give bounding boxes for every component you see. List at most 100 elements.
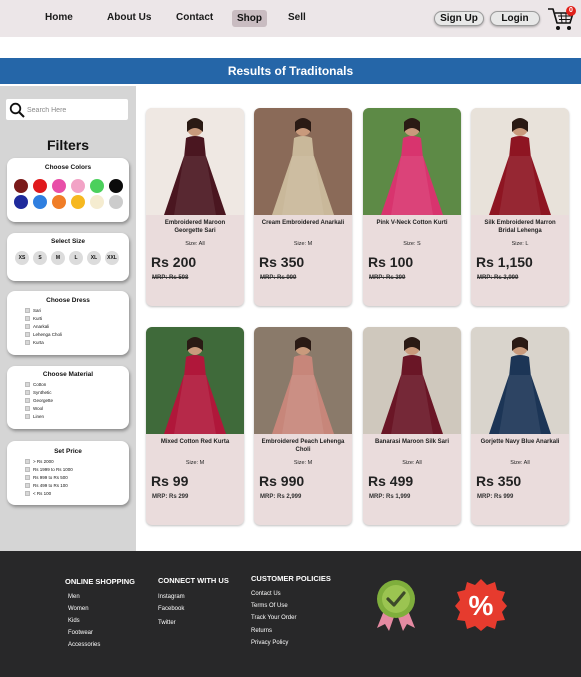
product-card[interactable]: Silk Embroidered Marron Bridal Lehenga Si… <box>471 108 569 306</box>
product-name[interactable]: Embroidered Maroon Georgette Sari <box>150 220 240 235</box>
footer-link-instagram[interactable]: Instagram <box>158 594 185 600</box>
footer-link-terms[interactable]: Terms Of Use <box>251 603 288 609</box>
size-option-xl[interactable]: XL <box>87 251 101 265</box>
footer-link-returns[interactable]: Returns <box>251 628 272 634</box>
color-swatch[interactable] <box>90 179 104 193</box>
nav-home-link[interactable]: Home <box>45 12 73 23</box>
product-image[interactable] <box>471 327 569 434</box>
price-filter-title: Set Price <box>54 448 82 455</box>
checkbox[interactable] <box>25 406 30 411</box>
size-option-xxl[interactable]: XXL <box>105 251 119 265</box>
product-mrp: MRP: Rs 598 <box>152 275 189 281</box>
top-navbar: Home About Us Contact Shop Sell Sign Up … <box>0 0 581 37</box>
size-option-s[interactable]: S <box>33 251 47 265</box>
checkbox[interactable] <box>25 324 30 329</box>
checkbox[interactable] <box>25 308 30 313</box>
signup-button[interactable]: Sign Up <box>434 11 484 26</box>
nav-shop-link[interactable]: Shop <box>232 10 267 27</box>
footer-link-twitter[interactable]: Twitter <box>158 620 176 626</box>
color-swatch[interactable] <box>14 179 28 193</box>
product-mrp: MRP: Rs 3,999 <box>477 275 519 281</box>
product-price: Rs 100 <box>368 254 414 270</box>
search-input[interactable] <box>27 104 125 116</box>
product-name[interactable]: Cream Embroidered Anarkali <box>258 220 348 228</box>
color-swatch[interactable] <box>71 195 85 209</box>
footer-link-track-order[interactable]: Track Your Order <box>251 615 296 621</box>
product-card[interactable]: Mixed Cotton Red Kurta Size: M Rs 99 MRP: R… <box>146 327 244 525</box>
product-card[interactable]: Pink V-Neck Cotton Kurti Size: S Rs 100 MRP… <box>363 108 461 306</box>
nav-contact-link[interactable]: Contact <box>176 12 213 23</box>
color-swatch[interactable] <box>33 179 47 193</box>
footer-link-footwear[interactable]: Footwear <box>68 630 93 636</box>
material-filter-title: Choose Material <box>42 371 94 378</box>
product-image[interactable] <box>254 108 352 215</box>
footer-connect-heading: CONNECT WITH US <box>158 576 229 585</box>
color-swatch[interactable] <box>33 195 47 209</box>
color-swatch[interactable] <box>52 195 66 209</box>
checkbox[interactable] <box>25 390 30 395</box>
color-swatch[interactable] <box>109 195 123 209</box>
checkbox[interactable] <box>25 475 30 480</box>
product-card[interactable]: Gorjette Navy Blue Anarkali Size: All Rs 3… <box>471 327 569 525</box>
color-swatch[interactable] <box>109 179 123 193</box>
product-name[interactable]: Silk Embroidered Marron Bridal Lehenga <box>475 220 565 235</box>
product-name[interactable]: Mixed Cotton Red Kurta <box>150 439 240 447</box>
checkbox[interactable] <box>25 459 30 464</box>
color-swatch[interactable] <box>90 195 104 209</box>
product-card[interactable]: Embroidered Peach Lehenga Choli Size: M Rs… <box>254 327 352 525</box>
footer-link-women[interactable]: Women <box>68 606 89 612</box>
size-filter-box: Select Size XS S M L XL XXL <box>7 233 129 281</box>
footer-online-shopping-heading: ONLINE SHOPPING <box>65 577 136 586</box>
checkbox[interactable] <box>25 382 30 387</box>
checkbox[interactable] <box>25 398 30 403</box>
login-button[interactable]: Login <box>490 11 540 26</box>
checkbox[interactable] <box>25 332 30 337</box>
search-icon[interactable] <box>9 102 25 118</box>
product-name[interactable]: Banarasi Maroon Silk Sari <box>367 439 457 447</box>
size-option-l[interactable]: L <box>69 251 83 265</box>
checkbox[interactable] <box>25 483 30 488</box>
footer-policies-heading: CUSTOMER POLICIES <box>251 574 331 583</box>
product-size: Size: S <box>403 241 421 247</box>
color-swatch[interactable] <box>14 195 28 209</box>
color-filter-box: Choose Colors <box>7 158 129 222</box>
dress-filter-box: Choose Dress Sari Kurti Anarkali Lehenga… <box>7 291 129 355</box>
product-image[interactable] <box>363 327 461 434</box>
footer-link-contact-us[interactable]: Contact Us <box>251 591 281 597</box>
product-image[interactable] <box>254 327 352 434</box>
checkbox[interactable] <box>25 340 30 345</box>
product-card[interactable]: Banarasi Maroon Silk Sari Size: All Rs 499… <box>363 327 461 525</box>
footer-link-privacy[interactable]: Privacy Policy <box>251 640 288 646</box>
material-filter-box: Choose Material Cotton Synthetic Georget… <box>7 366 129 429</box>
footer-link-accessories[interactable]: Accessories <box>68 642 100 648</box>
color-swatch[interactable] <box>71 179 85 193</box>
nav-about-link[interactable]: About Us <box>107 12 151 23</box>
size-option-m[interactable]: M <box>51 251 65 265</box>
footer: ONLINE SHOPPING Men Women Kids Footwear … <box>0 551 581 677</box>
nav-sell-link[interactable]: Sell <box>288 12 306 23</box>
product-image[interactable] <box>146 327 244 434</box>
checkbox[interactable] <box>25 467 30 472</box>
checkbox[interactable] <box>25 316 30 321</box>
color-filter-title: Choose Colors <box>44 164 92 171</box>
product-image[interactable] <box>471 108 569 215</box>
product-image[interactable] <box>363 108 461 215</box>
footer-link-facebook[interactable]: Facebook <box>158 606 184 612</box>
size-option-xs[interactable]: XS <box>15 251 29 265</box>
product-card[interactable]: Cream Embroidered Anarkali Size: M Rs 350 M… <box>254 108 352 306</box>
filters-heading: Filters <box>46 137 89 153</box>
product-name[interactable]: Gorjette Navy Blue Anarkali <box>475 439 565 447</box>
product-name[interactable]: Pink V-Neck Cotton Kurti <box>367 220 457 228</box>
footer-link-kids[interactable]: Kids <box>68 618 80 624</box>
checkbox[interactable] <box>25 491 30 496</box>
discount-badge-icon: % <box>455 579 507 631</box>
product-image[interactable] <box>146 108 244 215</box>
size-filter-title: Select Size <box>51 238 85 245</box>
footer-link-men[interactable]: Men <box>68 594 80 600</box>
color-swatch[interactable] <box>52 179 66 193</box>
product-size: Size: M <box>293 460 313 466</box>
checkbox[interactable] <box>25 414 30 419</box>
product-name[interactable]: Embroidered Peach Lehenga Choli <box>258 439 348 454</box>
product-price: Rs 990 <box>259 473 305 489</box>
product-card[interactable]: Embroidered Maroon Georgette Sari Size: A… <box>146 108 244 306</box>
